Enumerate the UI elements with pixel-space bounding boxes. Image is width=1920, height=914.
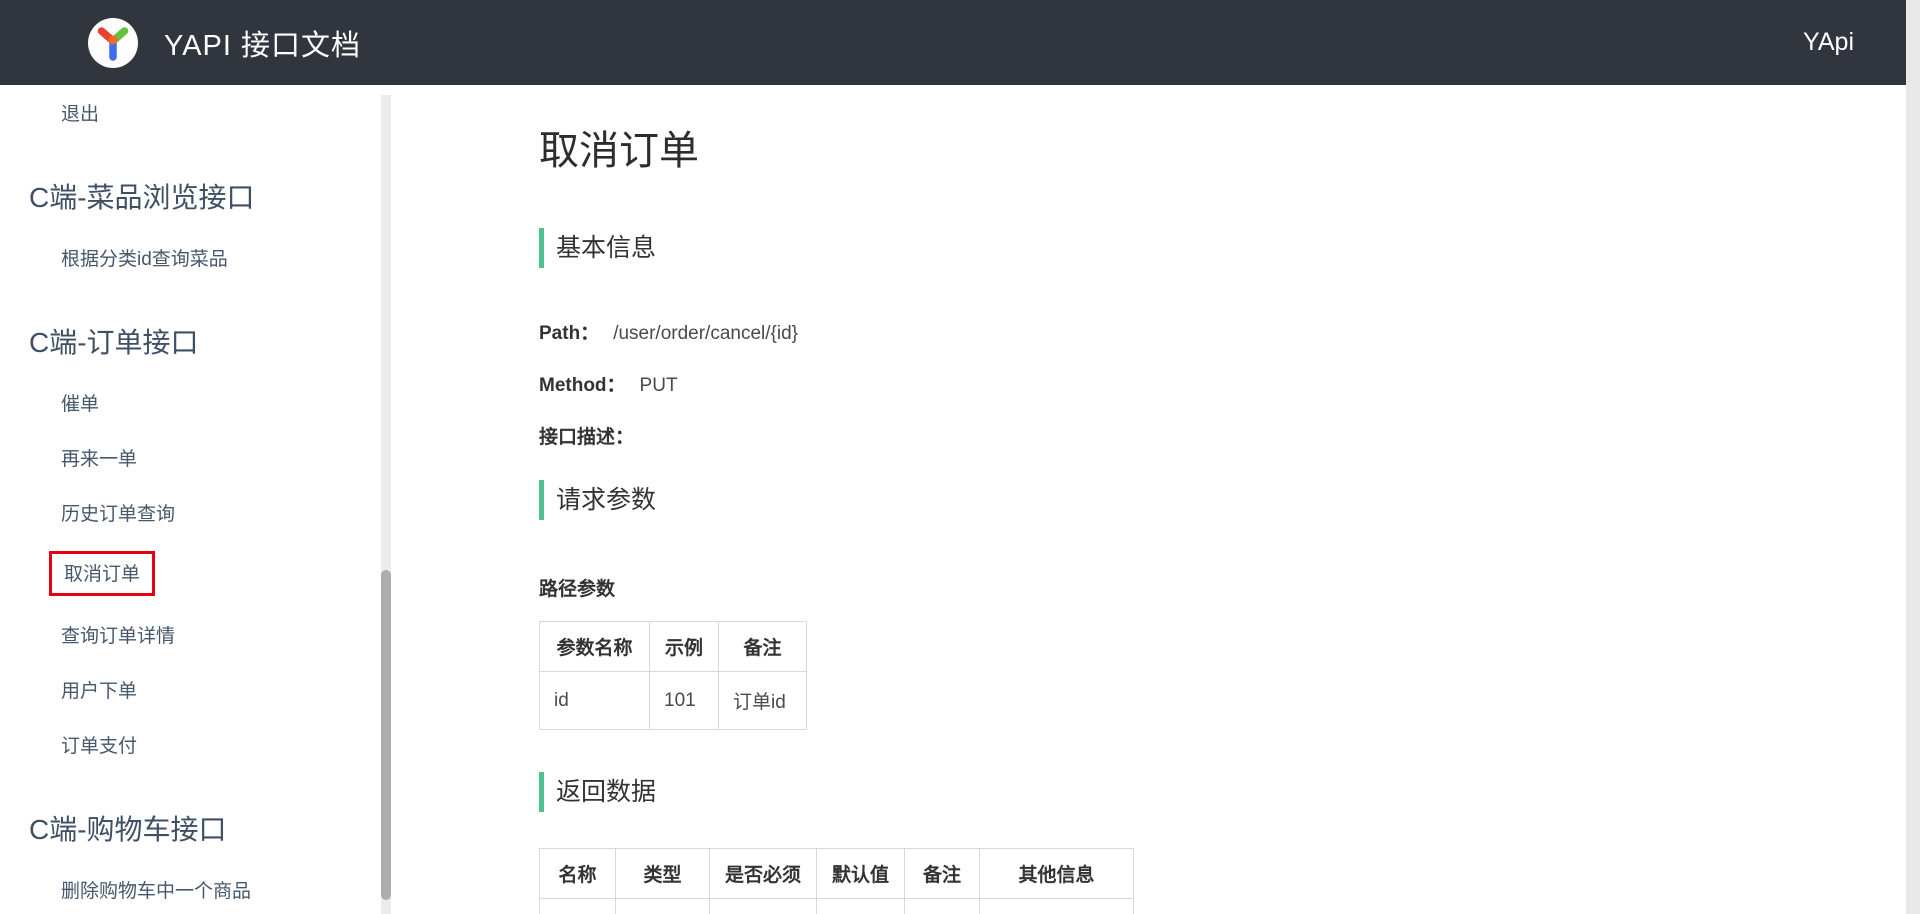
path-row: Path： /user/order/cancel/{id} [539, 322, 1880, 346]
path-label: Path： [539, 323, 599, 344]
section-heading-response-data: 返回数据 [539, 772, 1880, 812]
selected-item-red-box[interactable]: 取消订单 [49, 551, 155, 596]
cell-name: code [540, 899, 616, 914]
sidebar-item-history-order-query[interactable]: 历史订单查询 [61, 485, 381, 540]
cell-param-name: id [540, 672, 650, 730]
table-row: id 101 订单id [540, 672, 807, 730]
yapi-logo-icon [88, 18, 138, 68]
col-header-required: 是否必须 [710, 849, 817, 899]
cell-default [817, 899, 905, 914]
table-row: code integer 必须 format: int32 [540, 899, 1134, 914]
method-value: PUT [640, 375, 678, 396]
doc-content: 取消订单 基本信息 Path： /user/order/cancel/{id} M… [391, 85, 1920, 914]
col-header-name: 名称 [540, 849, 616, 899]
col-header-remark: 备注 [905, 849, 980, 899]
cell-type: integer [616, 899, 710, 914]
table-header-row: 参数名称 示例 备注 [540, 622, 807, 672]
sidebar-nav: 退出 C端-菜品浏览接口 根据分类id查询菜品 C端-订单接口 催单 再来一单 … [0, 85, 381, 914]
section-heading-basic-info: 基本信息 [539, 228, 1880, 268]
sidebar-group-order[interactable]: C端-订单接口 [29, 325, 381, 361]
sidebar-group-dish-browse[interactable]: C端-菜品浏览接口 [29, 180, 381, 216]
sidebar-scrollbar-thumb[interactable] [381, 570, 391, 900]
cell-remark [905, 899, 980, 914]
sidebar-item-repeat-order[interactable]: 再来一单 [61, 430, 381, 485]
cell-remark: 订单id [719, 672, 807, 730]
col-header-default: 默认值 [817, 849, 905, 899]
description-row: 接口描述： [539, 426, 1880, 450]
col-header-type: 类型 [616, 849, 710, 899]
path-params-table: 参数名称 示例 备注 id 101 订单id [539, 621, 807, 730]
path-params-subheading: 路径参数 [539, 574, 1880, 601]
sidebar-item-user-place-order[interactable]: 用户下单 [61, 662, 381, 717]
cell-required: 必须 [710, 899, 817, 914]
col-header-param-name: 参数名称 [540, 622, 650, 672]
yapi-link[interactable]: YApi [1803, 28, 1854, 57]
response-table: 名称 类型 是否必须 默认值 备注 其他信息 code integer 必须 f… [539, 848, 1134, 914]
sidebar-group-cart[interactable]: C端-购物车接口 [29, 812, 381, 848]
path-value: /user/order/cancel/{id} [613, 323, 798, 344]
method-label: Method： [539, 375, 626, 396]
sidebar-item-order-detail-query[interactable]: 查询订单详情 [61, 607, 381, 662]
col-header-other-info: 其他信息 [980, 849, 1134, 899]
cell-example: 101 [650, 672, 719, 730]
app-header: YAPI 接口文档 YApi [0, 0, 1920, 85]
section-heading-request-params: 请求参数 [539, 480, 1880, 520]
app-title: YAPI 接口文档 [164, 22, 361, 64]
description-label: 接口描述： [539, 427, 634, 448]
sidebar-item-logout[interactable]: 退出 [61, 85, 381, 140]
col-header-remark: 备注 [719, 622, 807, 672]
sidebar-item-query-dish-by-category[interactable]: 根据分类id查询菜品 [61, 230, 381, 285]
sidebar-scrollbar-track[interactable] [381, 95, 391, 914]
col-header-example: 示例 [650, 622, 719, 672]
sidebar-item-cancel-order-selected[interactable]: 取消订单 [49, 540, 381, 607]
sidebar-item-delete-cart-item[interactable]: 删除购物车中一个商品 [61, 862, 381, 914]
table-header-row: 名称 类型 是否必须 默认值 备注 其他信息 [540, 849, 1134, 899]
method-row: Method： PUT [539, 374, 1880, 398]
page-title: 取消订单 [539, 127, 1880, 175]
sidebar-item-order-payment[interactable]: 订单支付 [61, 717, 381, 772]
page-scrollbar-track[interactable] [1906, 0, 1920, 914]
cell-other-info: format: int32 [980, 899, 1134, 914]
sidebar-item-remind-order[interactable]: 催单 [61, 375, 381, 430]
